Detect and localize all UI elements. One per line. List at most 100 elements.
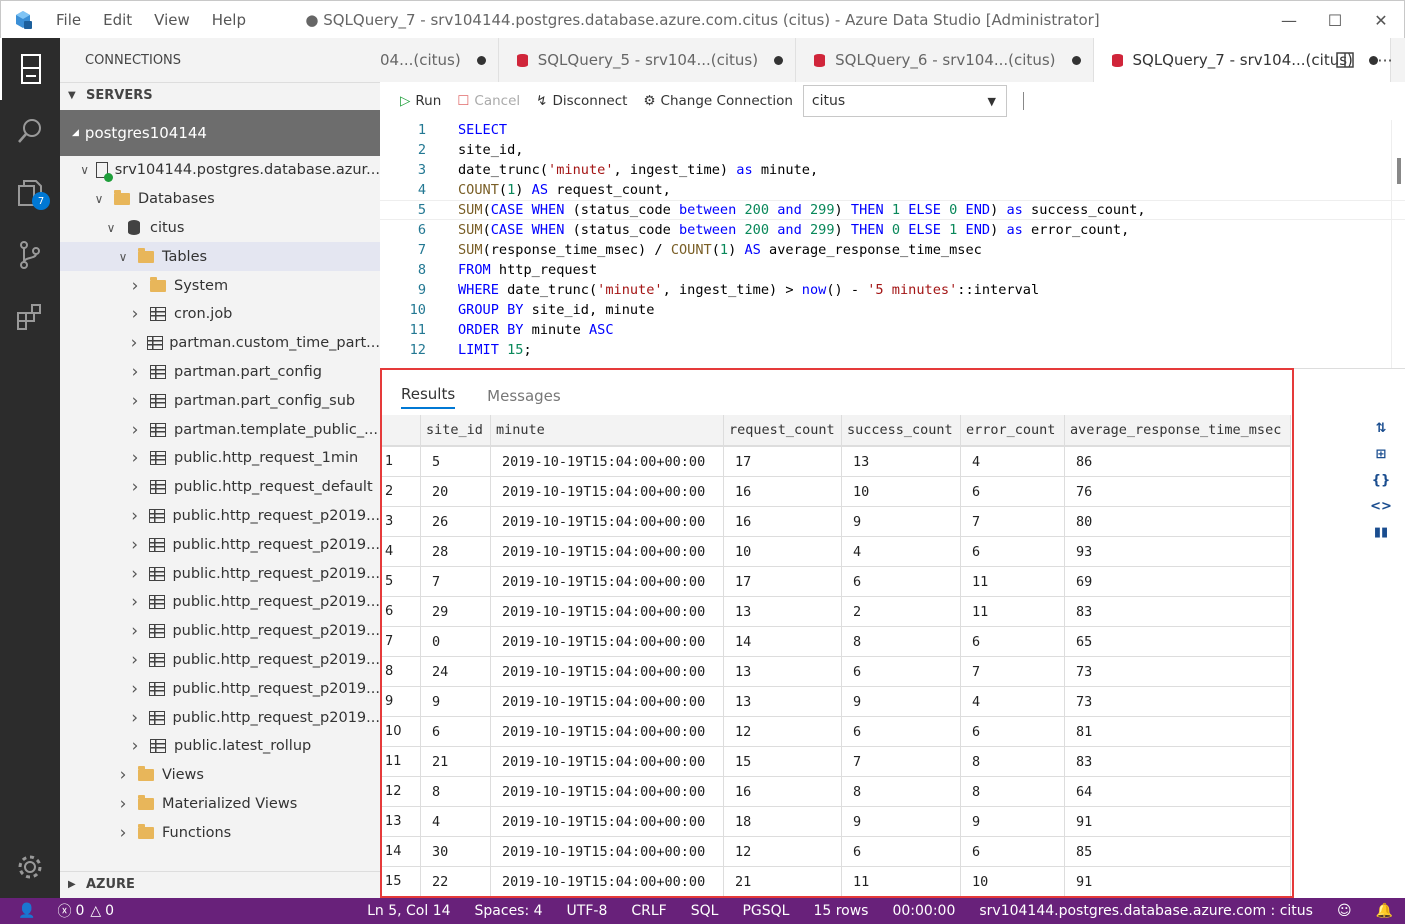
- warning-count[interactable]: 0: [105, 903, 114, 919]
- end-of-line[interactable]: CRLF: [631, 903, 666, 919]
- table-cell[interactable]: 9: [842, 507, 961, 536]
- tab-results[interactable]: Results: [401, 385, 456, 409]
- chevron-right-icon[interactable]: ›: [128, 420, 142, 440]
- table-cell[interactable]: 6: [421, 717, 491, 746]
- row-number-cell[interactable]: 7: [380, 627, 421, 656]
- chevron-right-icon[interactable]: ›: [128, 592, 141, 612]
- chevron-right-icon[interactable]: ›: [128, 304, 142, 324]
- notifications-bell-icon[interactable]: 🔔: [1376, 903, 1393, 919]
- column-header[interactable]: site_id: [421, 415, 491, 445]
- chevron-right-icon[interactable]: ›: [128, 621, 141, 641]
- table-row[interactable]: 10 6 2019-10-19T15:04:00+00:00 12 6 6 81: [380, 717, 1291, 747]
- table-cell[interactable]: 9: [421, 687, 491, 716]
- table-cell[interactable]: 10: [842, 477, 961, 506]
- chevron-right-icon[interactable]: ›: [128, 333, 140, 353]
- table-cell[interactable]: 12: [724, 717, 842, 746]
- table-cell[interactable]: 18: [724, 807, 842, 836]
- tree-item[interactable]: ∨ srv104144.postgres.database.azur...: [60, 156, 380, 185]
- error-count[interactable]: 0: [75, 903, 84, 919]
- column-header[interactable]: minute: [491, 415, 724, 445]
- tree-item[interactable]: › partman.part_config: [60, 358, 380, 387]
- minimize-button[interactable]: —: [1266, 1, 1312, 39]
- table-cell[interactable]: 16: [724, 507, 842, 536]
- scrollbar-thumb[interactable]: [1397, 158, 1401, 184]
- tree-item[interactable]: › System: [60, 271, 380, 300]
- table-row[interactable]: 11 21 2019-10-19T15:04:00+00:00 15 7 8 83: [380, 747, 1291, 777]
- table-cell[interactable]: 2019-10-19T15:04:00+00:00: [491, 717, 724, 746]
- chevron-down-icon[interactable]: ∨: [116, 250, 130, 264]
- table-cell[interactable]: 6: [961, 477, 1065, 506]
- table-cell[interactable]: 7: [961, 657, 1065, 686]
- tree-item[interactable]: › partman.part_config_sub: [60, 386, 380, 415]
- table-row[interactable]: 4 28 2019-10-19T15:04:00+00:00 10 4 6 93: [380, 537, 1291, 567]
- tree-item[interactable]: ∨ Databases: [60, 185, 380, 214]
- chevron-right-icon[interactable]: ›: [128, 391, 142, 411]
- table-cell[interactable]: 6: [961, 627, 1065, 656]
- table-cell[interactable]: 83: [1065, 597, 1291, 626]
- table-cell[interactable]: 9: [961, 807, 1065, 836]
- table-cell[interactable]: 13: [724, 687, 842, 716]
- extensions-view-button[interactable]: [0, 286, 60, 348]
- chevron-right-icon[interactable]: ›: [128, 477, 142, 497]
- table-cell[interactable]: 80: [1065, 507, 1291, 536]
- table-row[interactable]: 3 26 2019-10-19T15:04:00+00:00 16 9 7 80: [380, 507, 1291, 537]
- row-number-cell[interactable]: 13: [380, 807, 421, 836]
- tree-item[interactable]: › public.latest_rollup: [60, 732, 380, 761]
- chevron-right-icon[interactable]: ›: [128, 276, 142, 296]
- servers-section-header[interactable]: ▼ SERVERS: [60, 82, 380, 108]
- tree-item[interactable]: › public.http_request_default: [60, 473, 380, 502]
- table-cell[interactable]: 26: [421, 507, 491, 536]
- menu-file[interactable]: File: [45, 11, 92, 29]
- table-cell[interactable]: 9: [842, 687, 961, 716]
- chevron-right-icon[interactable]: ›: [128, 448, 142, 468]
- table-cell[interactable]: 7: [961, 507, 1065, 536]
- unsaved-dot-icon[interactable]: [476, 55, 486, 65]
- results-grid[interactable]: site_id minute request_count success_count e…: [380, 415, 1291, 897]
- chevron-right-icon[interactable]: ›: [128, 650, 141, 670]
- table-cell[interactable]: 8: [842, 627, 961, 656]
- table-cell[interactable]: 5: [421, 447, 491, 476]
- tree-item[interactable]: ∨ citus: [60, 214, 380, 243]
- table-cell[interactable]: 2019-10-19T15:04:00+00:00: [491, 567, 724, 596]
- row-number-cell[interactable]: 1: [380, 447, 421, 476]
- change-connection-button[interactable]: ⚙ Change Connection: [643, 93, 792, 109]
- table-cell[interactable]: 6: [842, 657, 961, 686]
- table-cell[interactable]: 6: [961, 837, 1065, 866]
- editor-tab[interactable]: SQLQuery_6 - srv104...(citus): [796, 38, 1094, 82]
- row-number-cell[interactable]: 6: [380, 597, 421, 626]
- chevron-right-icon[interactable]: ›: [128, 564, 141, 584]
- table-cell[interactable]: 2019-10-19T15:04:00+00:00: [491, 447, 724, 476]
- table-cell[interactable]: 2: [842, 597, 961, 626]
- table-row[interactable]: 13 4 2019-10-19T15:04:00+00:00 18 9 9 91: [380, 807, 1291, 837]
- table-cell[interactable]: 7: [421, 567, 491, 596]
- tree-item[interactable]: › partman.custom_time_part...: [60, 329, 380, 358]
- table-cell[interactable]: 14: [724, 627, 842, 656]
- chevron-right-icon[interactable]: ›: [116, 794, 130, 814]
- tree-item[interactable]: › cron.job: [60, 300, 380, 329]
- chevron-right-icon[interactable]: ›: [116, 823, 130, 843]
- table-cell[interactable]: 11: [961, 567, 1065, 596]
- table-cell[interactable]: 65: [1065, 627, 1291, 656]
- tree-item[interactable]: › public.http_request_p2019...: [60, 617, 380, 646]
- save-as-json-button[interactable]: {}: [1369, 467, 1393, 493]
- database-select[interactable]: citus ▼: [802, 85, 1007, 117]
- table-cell[interactable]: 83: [1065, 747, 1291, 776]
- account-icon[interactable]: 👤: [18, 903, 35, 919]
- table-row[interactable]: 15 22 2019-10-19T15:04:00+00:00 21 11 10 91: [380, 867, 1291, 897]
- error-icon[interactable]: ⓧ: [57, 901, 71, 921]
- table-cell[interactable]: 9: [842, 807, 961, 836]
- servers-view-button[interactable]: [0, 38, 60, 100]
- table-cell[interactable]: 8: [961, 777, 1065, 806]
- tree-item[interactable]: › public.http_request_p2019...: [60, 502, 380, 531]
- table-cell[interactable]: 30: [421, 837, 491, 866]
- chevron-right-icon[interactable]: ›: [116, 765, 130, 785]
- table-row[interactable]: 8 24 2019-10-19T15:04:00+00:00 13 6 7 73: [380, 657, 1291, 687]
- tree-item[interactable]: › public.http_request_p2019...: [60, 674, 380, 703]
- table-cell[interactable]: 16: [724, 777, 842, 806]
- tree-item[interactable]: › Materialized Views: [60, 790, 380, 819]
- table-cell[interactable]: 86: [1065, 447, 1291, 476]
- table-row[interactable]: 9 9 2019-10-19T15:04:00+00:00 13 9 4 73: [380, 687, 1291, 717]
- table-cell[interactable]: 17: [724, 567, 842, 596]
- table-cell[interactable]: 4: [961, 447, 1065, 476]
- row-number-cell[interactable]: 12: [380, 777, 421, 806]
